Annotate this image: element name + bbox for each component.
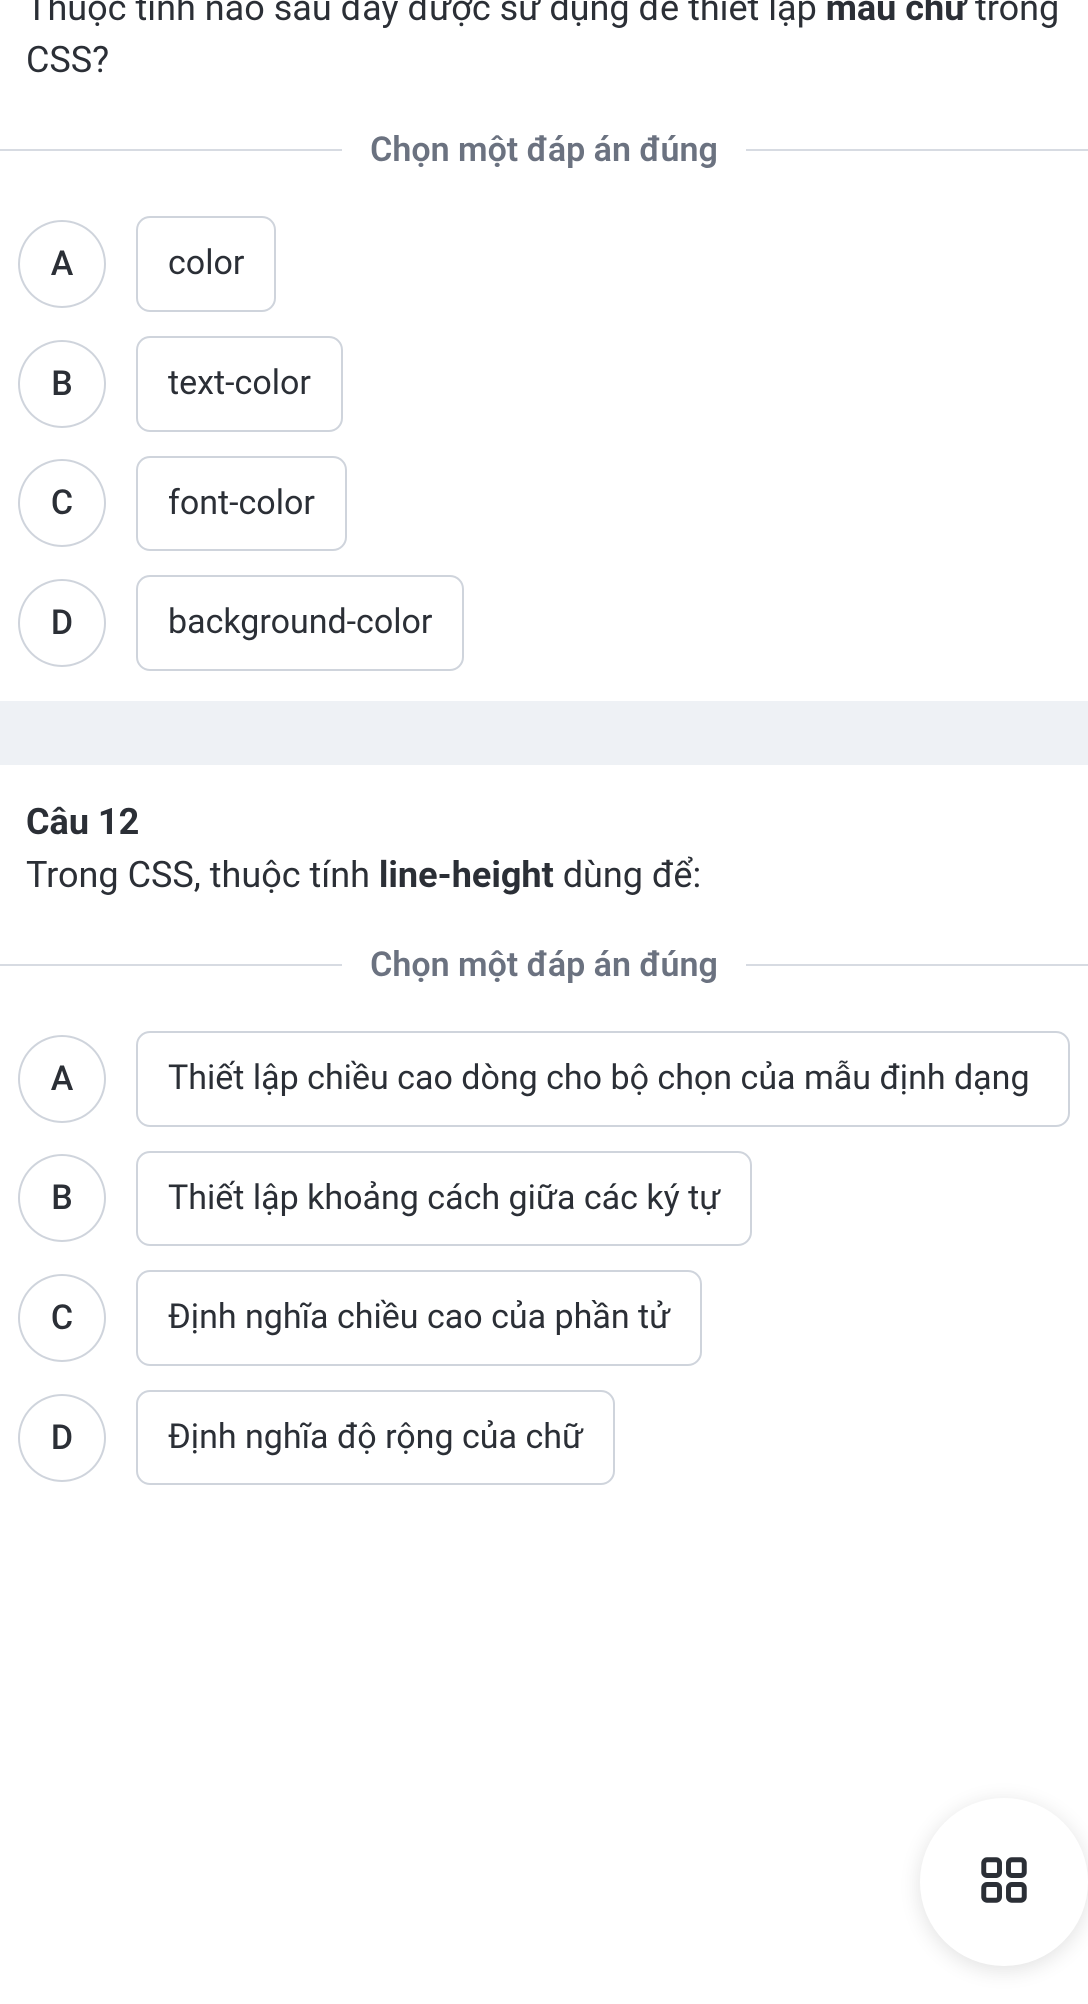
option-b[interactable]: B Thiết lập khoảng cách giữa các ký tự	[18, 1151, 1070, 1247]
question-number: Câu 12	[26, 801, 1062, 843]
option-text[interactable]: Thiết lập khoảng cách giữa các ký tự	[136, 1151, 752, 1247]
option-letter[interactable]: A	[18, 1035, 106, 1123]
options-list: A color B text-color C font-color D back…	[0, 216, 1088, 670]
option-letter[interactable]: A	[18, 220, 106, 308]
divider-line	[746, 964, 1088, 966]
question-prompt: Trong CSS, thuộc tính line-height dùng đ…	[26, 849, 1062, 901]
option-text[interactable]: Định nghĩa độ rộng của chữ	[136, 1390, 615, 1486]
prompt-pre: Thuộc tính nào sau đây được sử dụng để t…	[26, 0, 826, 29]
option-text[interactable]: background-color	[136, 575, 464, 671]
question-11: Câu 11 Thuộc tính nào sau đây được sử dụ…	[0, 0, 1088, 701]
question-header: Câu 12 Trong CSS, thuộc tính line-height…	[0, 801, 1088, 901]
option-a[interactable]: A color	[18, 216, 1070, 312]
option-c[interactable]: C Định nghĩa chiều cao của phần tử	[18, 1270, 1070, 1366]
option-a[interactable]: A Thiết lập chiều cao dòng cho bộ chọn c…	[18, 1031, 1070, 1127]
option-d[interactable]: D background-color	[18, 575, 1070, 671]
option-text[interactable]: color	[136, 216, 276, 312]
prompt-post: dùng để:	[554, 854, 701, 896]
question-prompt: Thuộc tính nào sau đây được sử dụng để t…	[26, 0, 1062, 86]
prompt-pre: Trong CSS, thuộc tính	[26, 854, 379, 896]
option-text[interactable]: text-color	[136, 336, 343, 432]
option-b[interactable]: B text-color	[18, 336, 1070, 432]
option-d[interactable]: D Định nghĩa độ rộng của chữ	[18, 1390, 1070, 1486]
option-text[interactable]: Định nghĩa chiều cao của phần tử	[136, 1270, 702, 1366]
section-spacer	[0, 701, 1088, 765]
divider-line	[0, 964, 342, 966]
instruction-divider: Chọn một đáp án đúng	[0, 130, 1088, 170]
option-letter[interactable]: C	[18, 1274, 106, 1362]
instruction-text: Chọn một đáp án đúng	[342, 945, 746, 985]
option-letter[interactable]: B	[18, 1154, 106, 1242]
option-letter[interactable]: D	[18, 579, 106, 667]
option-letter[interactable]: B	[18, 340, 106, 428]
prompt-bold: màu chữ	[826, 0, 966, 29]
question-12: Câu 12 Trong CSS, thuộc tính line-height…	[0, 765, 1088, 1516]
divider-line	[746, 149, 1088, 151]
grid-icon	[977, 1853, 1031, 1911]
instruction-text: Chọn một đáp án đúng	[342, 130, 746, 170]
option-c[interactable]: C font-color	[18, 456, 1070, 552]
option-letter[interactable]: D	[18, 1394, 106, 1482]
prompt-bold: line-height	[379, 854, 554, 896]
divider-line	[0, 149, 342, 151]
question-header: Câu 11 Thuộc tính nào sau đây được sử dụ…	[0, 0, 1088, 86]
option-letter[interactable]: C	[18, 459, 106, 547]
option-text[interactable]: Thiết lập chiều cao dòng cho bộ chọn của…	[136, 1031, 1070, 1127]
grid-menu-button[interactable]	[920, 1798, 1088, 1966]
options-list: A Thiết lập chiều cao dòng cho bộ chọn c…	[0, 1031, 1088, 1485]
option-text[interactable]: font-color	[136, 456, 347, 552]
instruction-divider: Chọn một đáp án đúng	[0, 945, 1088, 985]
